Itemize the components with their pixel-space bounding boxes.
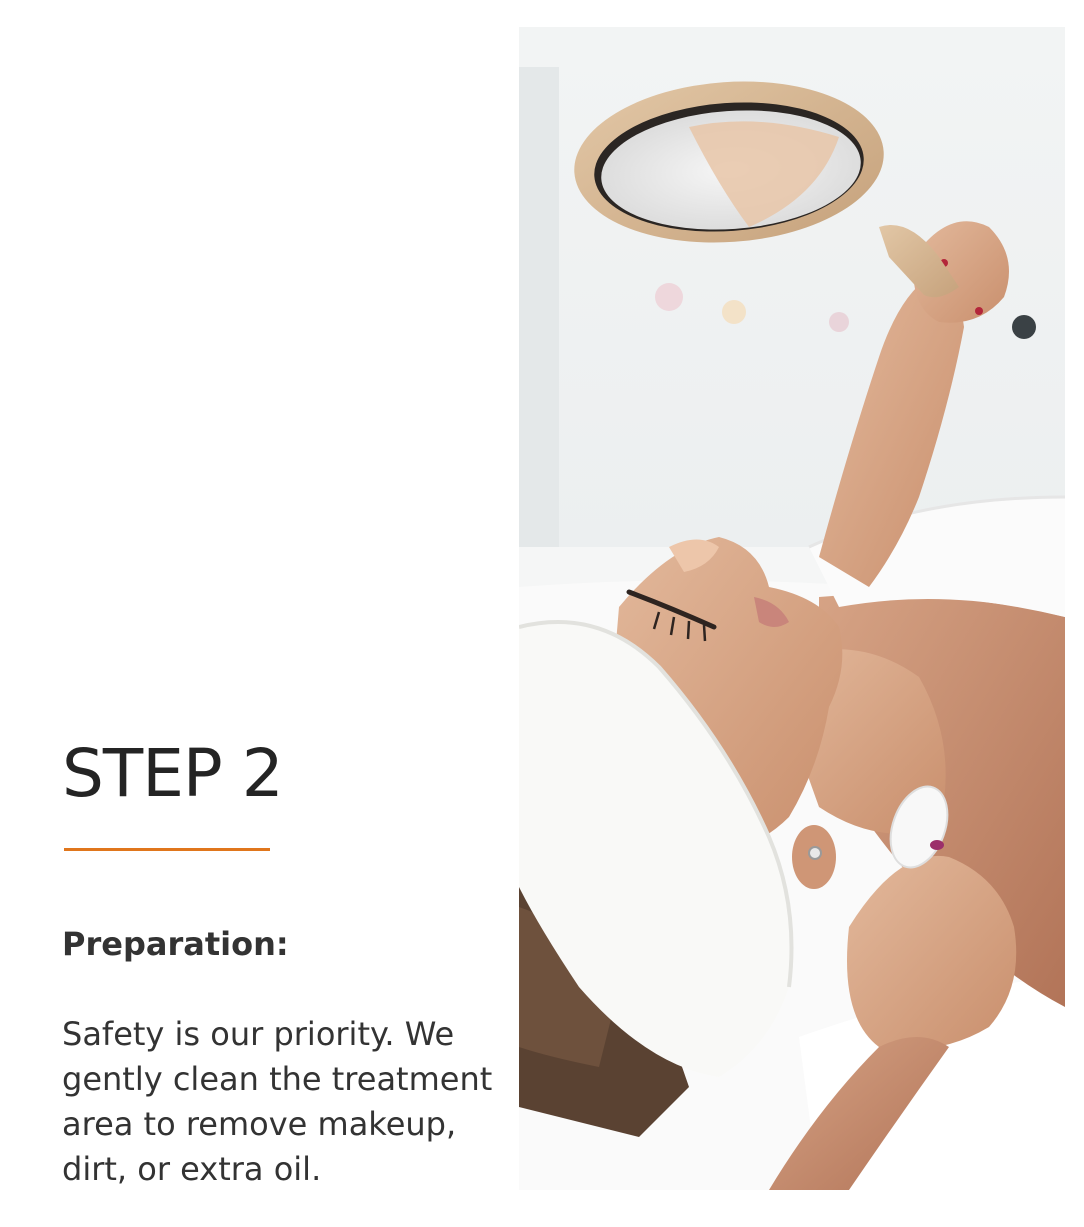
step-text-column: STEP 2 Preparation: Safety is our priori…: [62, 0, 512, 1227]
step-description: Safety is our priority. We gently clean …: [62, 1015, 493, 1188]
step-title: STEP 2: [62, 735, 284, 812]
facial-treatment-photo: [519, 27, 1065, 1190]
step-subheading: Preparation:: [62, 925, 289, 963]
facial-treatment-illustration: [519, 27, 1065, 1190]
accent-divider: [64, 848, 270, 851]
